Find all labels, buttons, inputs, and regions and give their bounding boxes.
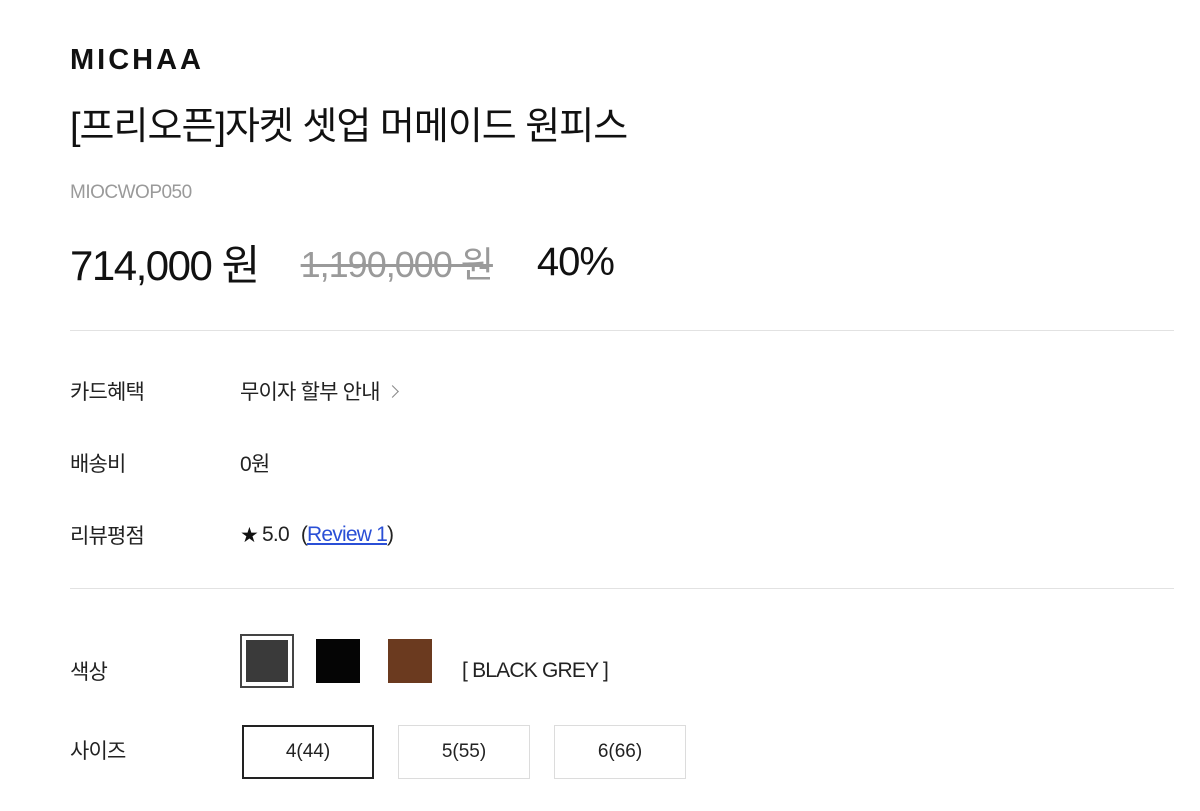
- brand-name[interactable]: MICHAA: [70, 42, 204, 78]
- product-title: [프리오픈]자켓 셋업 머메이드 원피스: [70, 106, 628, 148]
- color-swatch-black-grey[interactable]: [240, 634, 294, 688]
- review-rating-row: 리뷰평점 ★ 5.0 (Review 1): [70, 520, 394, 550]
- product-detail-panel: MICHAA [프리오픈]자켓 셋업 머메이드 원피스 MIOCWOP050 7…: [70, 0, 1174, 811]
- color-option-label: 색상: [70, 661, 108, 684]
- size-option-row: 사이즈 4(44) 5(55) 6(66): [70, 724, 710, 780]
- rating-score: 5.0: [262, 523, 290, 546]
- card-benefit-label: 카드혜택: [70, 381, 145, 404]
- size-option-label: 사이즈: [70, 740, 126, 763]
- review-rating-value: ★ 5.0 (Review 1): [240, 523, 394, 548]
- color-swatch-black[interactable]: [316, 639, 360, 683]
- shipping-fee-value: 0원: [240, 453, 270, 476]
- divider: [70, 588, 1174, 589]
- swatch-fill: [388, 639, 432, 683]
- color-option-row: 색상 [ BLACK GREY ]: [70, 632, 609, 690]
- discount-rate: 40%: [536, 239, 615, 284]
- review-count-link[interactable]: Review 1: [307, 523, 388, 547]
- swatch-fill: [316, 639, 360, 683]
- card-benefit-row: 카드혜택 무이자 할부 안내: [70, 376, 399, 406]
- swatch-fill: [246, 640, 288, 682]
- review-rating-label: 리뷰평점: [70, 525, 145, 548]
- review-close-paren: ): [387, 523, 394, 546]
- size-button-66[interactable]: 6(66): [554, 725, 686, 779]
- color-swatch-brown[interactable]: [388, 639, 432, 683]
- original-price: 1,190,000 원: [300, 244, 494, 285]
- installment-info-link[interactable]: 무이자 할부 안내: [240, 376, 399, 406]
- shipping-fee-label: 배송비: [70, 453, 126, 476]
- shipping-fee-row: 배송비 0원: [70, 448, 270, 478]
- sale-price: 714,000 원: [70, 241, 260, 289]
- size-button-55[interactable]: 5(55): [398, 725, 530, 779]
- product-code: MIOCWOP050: [70, 182, 192, 203]
- installment-info-text: 무이자 할부 안내: [240, 381, 381, 404]
- chevron-right-icon: [385, 385, 399, 398]
- size-button-44[interactable]: 4(44): [242, 725, 374, 779]
- price-row: 714,000 원 1,190,000 원 40%: [70, 234, 615, 290]
- divider: [70, 330, 1174, 331]
- selected-color-name: [ BLACK GREY ]: [462, 659, 609, 682]
- star-icon: ★: [240, 523, 259, 547]
